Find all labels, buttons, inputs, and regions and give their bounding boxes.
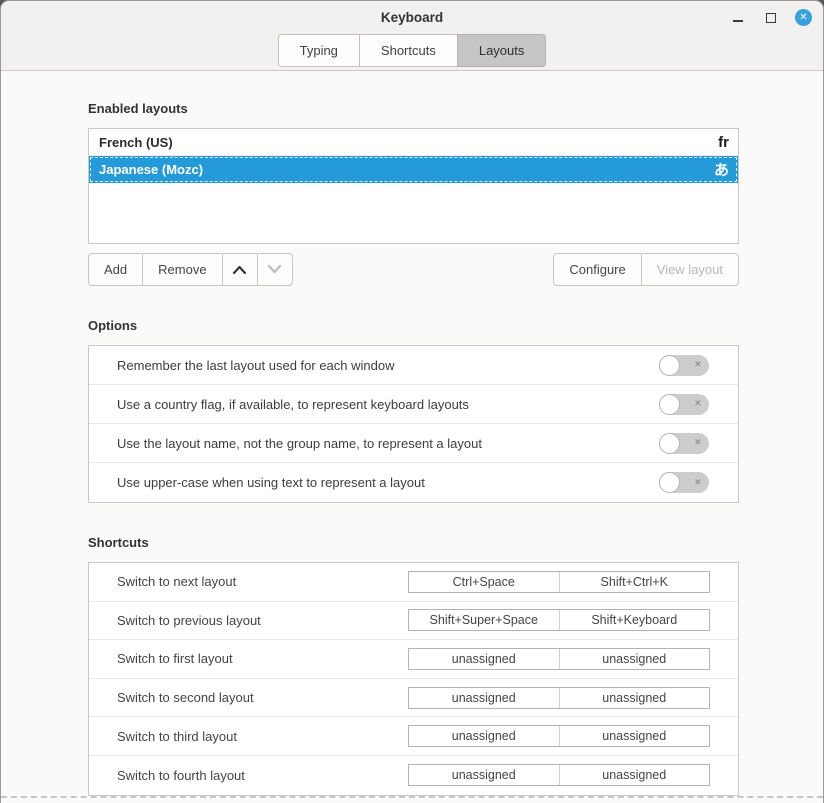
shortcut-row-previous-layout: Switch to previous layout Shift+Super+Sp… <box>89 602 738 641</box>
keybinding-button[interactable]: unassigned <box>559 688 710 708</box>
toggle-knob <box>659 433 680 454</box>
toggle-off-icon: × <box>695 477 701 488</box>
layout-indicator-badge: あ <box>714 159 729 180</box>
shortcut-label: Switch to first layout <box>117 651 408 666</box>
shortcuts-heading: Shortcuts <box>88 535 823 550</box>
keyboard-settings-window: Keyboard ✕ Typing Shortcuts Layouts Enab… <box>0 0 824 803</box>
view-layout-button[interactable]: View layout <box>641 253 739 286</box>
option-label: Remember the last layout used for each w… <box>117 358 659 373</box>
keybinding-button[interactable]: Shift+Super+Space <box>409 610 559 630</box>
layouts-page: Enabled layouts French (US) fr Japanese … <box>1 71 823 796</box>
keybinding-button[interactable]: unassigned <box>409 765 559 785</box>
shortcut-row-next-layout: Switch to next layout Ctrl+Space Shift+C… <box>89 563 738 602</box>
titlebar: Keyboard ✕ <box>1 1 823 34</box>
shortcut-row-fourth-layout: Switch to fourth layout unassigned unass… <box>89 756 738 795</box>
shortcut-label: Switch to previous layout <box>117 613 408 628</box>
close-icon: ✕ <box>799 13 807 23</box>
tab-layouts[interactable]: Layouts <box>457 34 547 67</box>
layout-name: Japanese (Mozc) <box>99 162 714 177</box>
option-label: Use a country flag, if available, to rep… <box>117 397 659 412</box>
toggle-off-icon: × <box>695 437 701 448</box>
minimize-button[interactable] <box>729 9 746 26</box>
keybinding-button[interactable]: unassigned <box>409 688 559 708</box>
enabled-layouts-list: French (US) fr Japanese (Mozc) あ <box>88 128 739 244</box>
option-label: Use upper-case when using text to repres… <box>117 475 659 490</box>
shortcuts-panel: Switch to next layout Ctrl+Space Shift+C… <box>88 562 739 796</box>
options-heading: Options <box>88 318 823 333</box>
chevron-down-icon <box>267 265 282 274</box>
toggle-knob <box>659 394 680 415</box>
toggle-knob <box>659 472 680 493</box>
keybinding-button[interactable]: unassigned <box>409 649 559 669</box>
keybinding-button[interactable]: Ctrl+Space <box>409 572 559 592</box>
list-item-japanese[interactable]: Japanese (Mozc) あ <box>89 156 738 183</box>
keybinding-group: unassigned unassigned <box>408 725 710 747</box>
shortcut-label: Switch to fourth layout <box>117 768 408 783</box>
keybinding-button[interactable]: unassigned <box>559 765 710 785</box>
close-button[interactable]: ✕ <box>795 9 812 26</box>
shortcut-row-third-layout: Switch to third layout unassigned unassi… <box>89 717 738 756</box>
minimize-icon <box>733 20 743 22</box>
list-edit-button-group: Add Remove <box>88 253 293 286</box>
layout-action-button-group: Configure View layout <box>553 253 739 286</box>
chevron-up-icon <box>232 265 247 274</box>
layout-list-toolbar: Add Remove Configure View layout <box>88 253 739 286</box>
keybinding-button[interactable]: unassigned <box>559 649 710 669</box>
list-item-french[interactable]: French (US) fr <box>89 129 738 156</box>
keybinding-group: Shift+Super+Space Shift+Keyboard <box>408 609 710 631</box>
toggle-switch-country-flag[interactable]: × <box>659 394 709 415</box>
shortcut-label: Switch to third layout <box>117 729 408 744</box>
shortcut-row-second-layout: Switch to second layout unassigned unass… <box>89 679 738 718</box>
keybinding-group: unassigned unassigned <box>408 687 710 709</box>
layout-name: French (US) <box>99 135 718 150</box>
shortcut-label: Switch to next layout <box>117 574 408 589</box>
toggle-switch-remember-layout[interactable]: × <box>659 355 709 376</box>
option-row-layout-name: Use the layout name, not the group name,… <box>89 424 738 463</box>
maximize-icon <box>766 13 776 23</box>
option-label: Use the layout name, not the group name,… <box>117 436 659 451</box>
keybinding-button[interactable]: unassigned <box>559 726 710 746</box>
toggle-knob <box>659 355 680 376</box>
window-controls: ✕ <box>729 1 812 34</box>
keybinding-button[interactable]: unassigned <box>409 726 559 746</box>
option-row-remember-layout: Remember the last layout used for each w… <box>89 346 738 385</box>
header-bar: Keyboard ✕ Typing Shortcuts Layouts <box>1 1 823 71</box>
toggle-off-icon: × <box>695 359 701 370</box>
window-title: Keyboard <box>381 10 443 25</box>
layout-indicator-badge: fr <box>718 134 729 151</box>
keybinding-button[interactable]: Shift+Ctrl+K <box>559 572 710 592</box>
toggle-off-icon: × <box>695 398 701 409</box>
tab-shortcuts[interactable]: Shortcuts <box>359 34 458 67</box>
add-button[interactable]: Add <box>88 253 143 286</box>
toggle-switch-layout-name[interactable]: × <box>659 433 709 454</box>
maximize-button[interactable] <box>762 9 779 26</box>
tab-bar: Typing Shortcuts Layouts <box>1 34 823 67</box>
scroll-boundary-dashed-divider <box>1 796 823 798</box>
keybinding-button[interactable]: Shift+Keyboard <box>559 610 710 630</box>
enabled-layouts-heading: Enabled layouts <box>88 101 823 116</box>
keybinding-group: unassigned unassigned <box>408 648 710 670</box>
option-row-upper-case: Use upper-case when using text to repres… <box>89 463 738 502</box>
keybinding-group: unassigned unassigned <box>408 764 710 786</box>
remove-button[interactable]: Remove <box>142 253 222 286</box>
keybinding-group: Ctrl+Space Shift+Ctrl+K <box>408 571 710 593</box>
shortcut-row-first-layout: Switch to first layout unassigned unassi… <box>89 640 738 679</box>
shortcut-label: Switch to second layout <box>117 690 408 705</box>
configure-button[interactable]: Configure <box>553 253 641 286</box>
move-up-button[interactable] <box>222 253 258 286</box>
move-down-button[interactable] <box>257 253 293 286</box>
tab-typing[interactable]: Typing <box>278 34 360 67</box>
toggle-switch-upper-case[interactable]: × <box>659 472 709 493</box>
option-row-country-flag: Use a country flag, if available, to rep… <box>89 385 738 424</box>
options-panel: Remember the last layout used for each w… <box>88 345 739 503</box>
